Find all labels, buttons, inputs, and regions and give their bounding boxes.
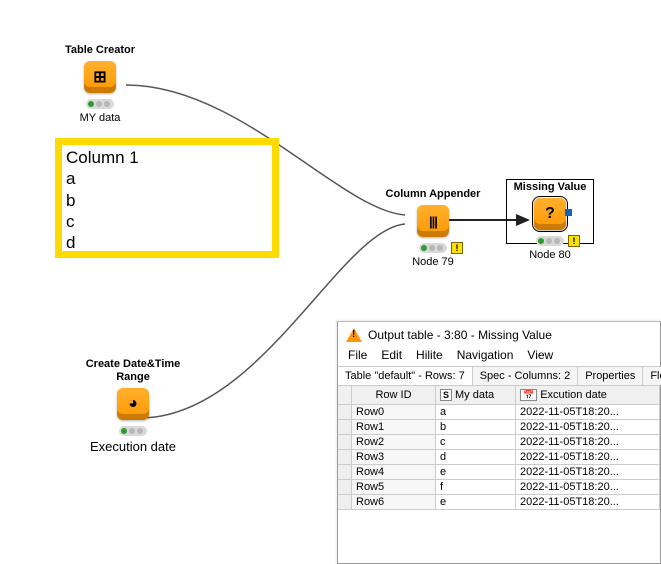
menu-view[interactable]: View: [527, 348, 553, 362]
grid-icon: ⊞: [93, 67, 106, 87]
menu-hilite[interactable]: Hilite: [416, 348, 443, 362]
rowid-cell[interactable]: Row5: [352, 480, 436, 495]
mydata-cell[interactable]: d: [436, 450, 516, 465]
execdate-cell[interactable]: 2022-11-05T18:20...: [516, 465, 660, 480]
execdate-cell[interactable]: 2022-11-05T18:20...: [516, 405, 660, 420]
node-status-lights: !: [536, 236, 564, 246]
row-handle[interactable]: [338, 435, 352, 450]
node-title: Missing Value: [514, 181, 587, 194]
corner-cell: [338, 386, 352, 405]
mydata-cell[interactable]: e: [436, 495, 516, 510]
node-status-lights: [119, 426, 147, 436]
rowid-cell[interactable]: Row2: [352, 435, 436, 450]
warning-icon: !: [568, 235, 580, 247]
node-icon-datetime[interactable]: ◕: [117, 388, 149, 420]
node-icon-column-appender[interactable]: |||: [417, 205, 449, 237]
out-port[interactable]: [565, 209, 572, 216]
annotation-heading: Column 1: [66, 147, 268, 168]
annotation-row: d: [66, 232, 268, 253]
data-table[interactable]: Row ID S My data 📅 Excution date Row0a20…: [338, 386, 660, 510]
execdate-cell[interactable]: 2022-11-05T18:20...: [516, 450, 660, 465]
tab-properties[interactable]: Properties: [578, 367, 643, 385]
execdate-cell[interactable]: 2022-11-05T18:20...: [516, 480, 660, 495]
window-tabbar: Table "default" - Rows: 7 Spec - Columns…: [338, 366, 660, 386]
node-caption: Node 79: [412, 256, 454, 268]
execdate-cell[interactable]: 2022-11-05T18:20...: [516, 435, 660, 450]
menu-file[interactable]: File: [348, 348, 367, 362]
type-datetime-icon: 📅: [520, 389, 537, 401]
annotation-row: c: [66, 211, 268, 232]
node-status-lights: [86, 99, 114, 109]
node-column-appender[interactable]: Column Appender ||| ! Node 79: [378, 188, 488, 268]
mydata-cell[interactable]: f: [436, 480, 516, 495]
menu-navigation[interactable]: Navigation: [457, 348, 514, 362]
col-header-execdate[interactable]: 📅 Excution date: [516, 386, 660, 405]
node-icon-missing-value[interactable]: ?: [534, 198, 566, 230]
col-header-rowid[interactable]: Row ID: [352, 386, 436, 405]
tab-table[interactable]: Table "default" - Rows: 7: [338, 367, 473, 385]
rowid-cell[interactable]: Row0: [352, 405, 436, 420]
window-title: Output table - 3:80 - Missing Value: [368, 328, 552, 342]
mydata-cell[interactable]: e: [436, 465, 516, 480]
mydata-cell[interactable]: c: [436, 435, 516, 450]
mydata-cell[interactable]: a: [436, 405, 516, 420]
node-table-creator[interactable]: Table Creator ⊞ MY data: [55, 44, 145, 124]
window-titlebar[interactable]: Output table - 3:80 - Missing Value: [338, 322, 660, 344]
warning-triangle-icon: [346, 328, 362, 342]
type-string-icon: S: [440, 389, 452, 401]
col-header-mydata[interactable]: S My data: [436, 386, 516, 405]
tab-flowvars[interactable]: Flow Va: [643, 367, 661, 385]
workflow-canvas[interactable]: Table Creator ⊞ MY data Column 1 a b c d…: [0, 0, 661, 564]
node-caption: Execution date: [90, 439, 176, 454]
execdate-cell[interactable]: 2022-11-05T18:20...: [516, 495, 660, 510]
clock-icon: ◕: [128, 395, 138, 413]
output-table-window[interactable]: Output table - 3:80 - Missing Value File…: [337, 321, 661, 564]
rowid-cell[interactable]: Row1: [352, 420, 436, 435]
annotation-row: b: [66, 190, 268, 211]
row-handle[interactable]: [338, 450, 352, 465]
node-caption: MY data: [80, 112, 121, 124]
node-status-lights: !: [419, 243, 447, 253]
warning-icon: !: [451, 242, 463, 254]
menu-edit[interactable]: Edit: [381, 348, 402, 362]
annotation-box[interactable]: Column 1 a b c d: [55, 138, 279, 258]
columns-icon: |||: [429, 214, 437, 229]
node-title: Create Date&Time Range: [78, 358, 188, 384]
mydata-cell[interactable]: b: [436, 420, 516, 435]
node-missing-value[interactable]: Missing Value ? ! Node 80: [510, 181, 590, 261]
execdate-cell[interactable]: 2022-11-05T18:20...: [516, 420, 660, 435]
window-menubar: File Edit Hilite Navigation View: [338, 344, 660, 366]
question-icon: ?: [545, 205, 555, 223]
annotation-row: a: [66, 168, 268, 189]
node-caption: Node 80: [529, 249, 571, 261]
rowid-cell[interactable]: Row4: [352, 465, 436, 480]
row-handle[interactable]: [338, 405, 352, 420]
rowid-cell[interactable]: Row3: [352, 450, 436, 465]
rowid-cell[interactable]: Row6: [352, 495, 436, 510]
node-title: Table Creator: [65, 44, 135, 57]
row-handle[interactable]: [338, 465, 352, 480]
node-datetime-range[interactable]: Create Date&Time Range ◕ Execution date: [78, 358, 188, 454]
node-title: Column Appender: [386, 188, 481, 201]
row-handle[interactable]: [338, 420, 352, 435]
node-icon-table-creator[interactable]: ⊞: [84, 61, 116, 93]
tab-spec[interactable]: Spec - Columns: 2: [473, 367, 578, 385]
row-handle[interactable]: [338, 495, 352, 510]
row-handle[interactable]: [338, 480, 352, 495]
